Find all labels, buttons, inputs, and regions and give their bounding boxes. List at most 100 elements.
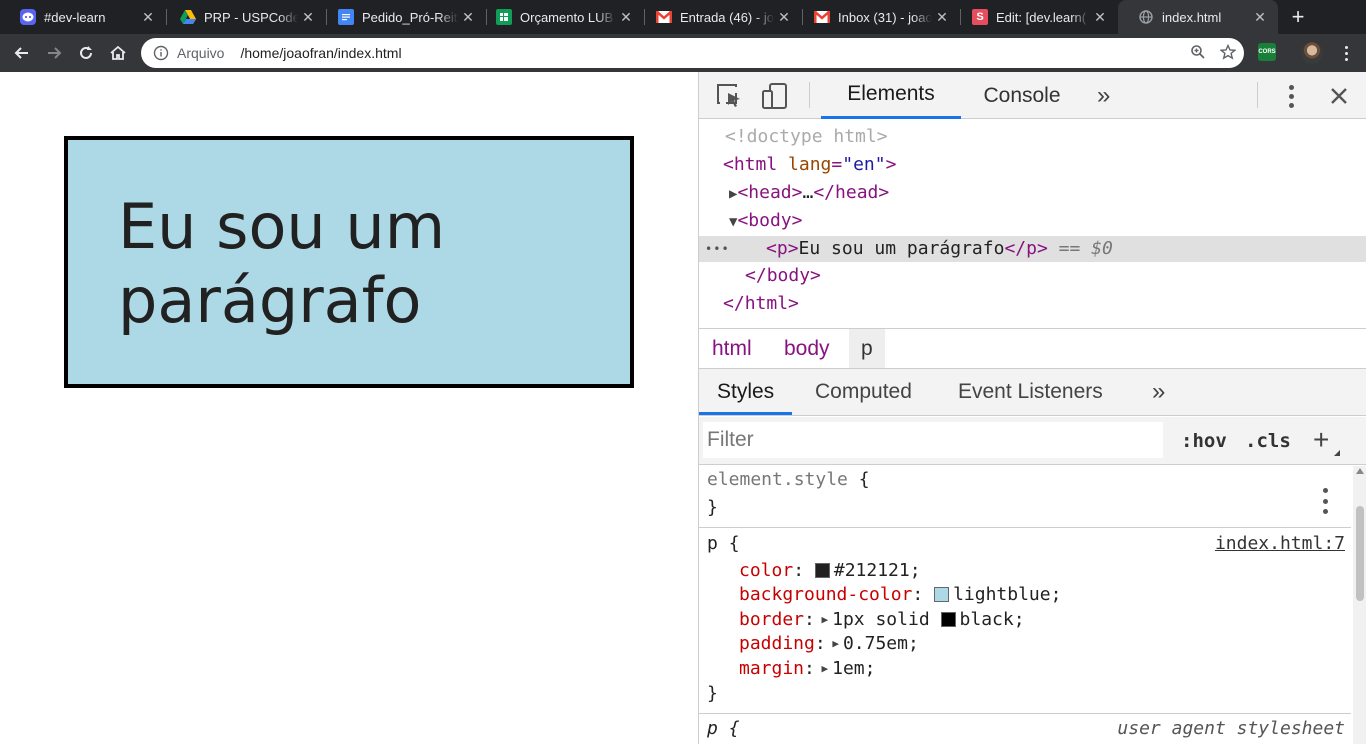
hover-state-toggle[interactable]: :hov xyxy=(1181,417,1227,465)
node-actions-icon[interactable]: ••• xyxy=(705,236,730,262)
browser-tab[interactable]: #dev-learn ✕ xyxy=(0,0,166,34)
inspect-element-icon[interactable] xyxy=(714,81,744,111)
discord-icon xyxy=(20,9,36,25)
zoom-icon[interactable] xyxy=(1190,44,1206,60)
tab-title: Entrada (46) - joao xyxy=(680,9,774,25)
close-devtools-icon[interactable] xyxy=(1324,81,1354,111)
device-toolbar-icon[interactable] xyxy=(760,81,790,111)
home-button[interactable] xyxy=(104,39,132,67)
scrollbar-thumb[interactable] xyxy=(1356,506,1364,601)
styles-subtabs: Styles Computed Event Listeners » xyxy=(699,369,1366,416)
color-swatch[interactable] xyxy=(940,612,956,627)
color-swatch[interactable] xyxy=(814,563,830,578)
tab-title: Pedido_Pró-Reitoria xyxy=(362,9,458,25)
tab-strip: #dev-learn ✕ PRP - USPCodeLab ✕ Pedido_P… xyxy=(0,0,1366,34)
breadcrumb-p[interactable]: p xyxy=(849,329,885,368)
style-rule: p { index.html:7 color: #212121; backgro… xyxy=(699,529,1351,714)
browser-tab[interactable]: S Edit: [dev.learn( ✕ xyxy=(952,0,1118,34)
style-property[interactable]: background-color: lightblue; xyxy=(739,582,1061,607)
browser-tab[interactable]: Inbox (31) - joao ✕ xyxy=(794,0,960,34)
reload-button[interactable] xyxy=(72,39,100,67)
tab-title: Edit: [dev.learn( xyxy=(996,9,1087,25)
style-property[interactable]: border: ▶ 1px solid black; xyxy=(739,607,1025,632)
browser-tab[interactable]: Orçamento LUB ✕ xyxy=(476,0,644,34)
reload-icon xyxy=(80,46,92,59)
profile-avatar[interactable] xyxy=(1301,42,1323,64)
arrow-left-icon xyxy=(14,47,28,59)
back-button[interactable] xyxy=(8,39,36,67)
tab-close-icon[interactable]: ✕ xyxy=(1090,9,1110,26)
new-style-rule-icon[interactable]: + xyxy=(1313,425,1329,455)
style-property[interactable]: padding: ▶ 0.75em; xyxy=(739,631,919,656)
tab-close-icon[interactable]: ✕ xyxy=(298,9,318,26)
tab-close-icon[interactable]: ✕ xyxy=(1250,9,1270,26)
tab-event-listeners[interactable]: Event Listeners xyxy=(958,369,1103,415)
color-swatch[interactable] xyxy=(934,587,950,602)
address-bar[interactable]: Arquivo /home/joaofran/index.html xyxy=(141,38,1244,68)
more-tabs-icon[interactable]: » xyxy=(1097,72,1110,119)
expand-property-icon[interactable]: ▶ xyxy=(826,637,839,650)
home-icon xyxy=(110,45,126,60)
tab-console[interactable]: Console xyxy=(971,72,1073,119)
dom-node-html[interactable]: <html lang="en"> xyxy=(723,152,896,178)
devtools-panel: Elements Console » <!doctype html> <html… xyxy=(698,72,1366,744)
google-sheets-icon xyxy=(496,9,512,25)
breadcrumb: html body p xyxy=(699,328,1366,369)
rule-selector[interactable]: p { xyxy=(707,531,740,556)
tab-close-icon[interactable]: ✕ xyxy=(774,9,794,26)
browser-toolbar: Arquivo /home/joaofran/index.html CORS xyxy=(0,34,1366,72)
arrow-right-icon xyxy=(48,47,62,59)
cors-extension-icon[interactable]: CORS xyxy=(1258,43,1276,61)
tab-title: Inbox (31) - joao xyxy=(838,9,932,25)
more-subtabs-icon[interactable]: » xyxy=(1152,369,1165,415)
new-rule-menu-icon[interactable] xyxy=(1334,450,1340,456)
info-icon[interactable] xyxy=(153,45,169,61)
styles-filter-input[interactable]: Filter xyxy=(703,422,1163,458)
styles-pane: element.style { } p { index.html:7 color… xyxy=(699,466,1351,744)
browser-tab-active[interactable]: index.html ✕ xyxy=(1118,0,1278,34)
devtools-menu-icon[interactable] xyxy=(1276,81,1306,111)
breadcrumb-html[interactable]: html xyxy=(700,329,764,368)
browser-menu-icon[interactable] xyxy=(1336,43,1356,63)
tab-close-icon[interactable]: ✕ xyxy=(616,9,636,26)
dom-node-head[interactable]: ▶<head>…</head> xyxy=(729,180,889,206)
dom-node-html-close[interactable]: </html> xyxy=(723,291,799,317)
class-toggle[interactable]: .cls xyxy=(1245,417,1291,465)
dom-node-p-selected[interactable]: ••• <p>Eu sou um parágrafo</p> == $0 xyxy=(699,236,1366,262)
breadcrumb-body[interactable]: body xyxy=(772,329,842,368)
browser-tab[interactable]: Pedido_Pró-Reitoria ✕ xyxy=(318,0,486,34)
globe-icon xyxy=(1138,9,1154,25)
tab-title: #dev-learn xyxy=(44,9,106,25)
toolbar-divider xyxy=(809,82,810,108)
dom-node-body-close[interactable]: </body> xyxy=(745,263,821,289)
style-property[interactable]: color: #212121; xyxy=(739,558,921,583)
tab-close-icon[interactable]: ✕ xyxy=(932,9,952,26)
expand-property-icon[interactable]: ▶ xyxy=(815,613,828,626)
address-scheme-label: Arquivo xyxy=(177,45,225,61)
scroll-up-arrow-icon[interactable] xyxy=(1356,468,1364,474)
demo-paragraph: Eu sou um parágrafo xyxy=(64,136,634,388)
tab-close-icon[interactable]: ✕ xyxy=(138,9,158,26)
rule-source-link[interactable]: index.html:7 xyxy=(1215,531,1345,556)
forward-button[interactable] xyxy=(40,39,68,67)
tab-styles[interactable]: Styles xyxy=(699,369,793,415)
tab-computed[interactable]: Computed xyxy=(815,369,912,415)
star-bookmark-icon[interactable] xyxy=(1220,44,1236,60)
toolbar-divider xyxy=(1257,82,1258,108)
address-url[interactable]: /home/joaofran/index.html xyxy=(240,45,401,61)
rule-options-icon[interactable] xyxy=(1322,488,1328,514)
dom-node-body[interactable]: ▼<body> xyxy=(729,208,802,234)
new-tab-button[interactable]: + xyxy=(1286,5,1310,29)
element-style-selector[interactable]: element.style { xyxy=(707,467,870,492)
browser-tab[interactable]: PRP - USPCodeLab ✕ xyxy=(160,0,326,34)
ua-rule-selector[interactable]: p { xyxy=(707,716,740,741)
page-viewport: Eu sou um parágrafo xyxy=(0,72,698,744)
expand-property-icon[interactable]: ▶ xyxy=(815,662,828,675)
browser-tab[interactable]: Entrada (46) - joao ✕ xyxy=(636,0,802,34)
tab-close-icon[interactable]: ✕ xyxy=(458,9,478,26)
dom-node-doctype[interactable]: <!doctype html> xyxy=(725,124,888,150)
tab-elements[interactable]: Elements xyxy=(821,72,961,119)
styles-scrollbar[interactable] xyxy=(1353,466,1366,744)
style-property[interactable]: margin: ▶ 1em; xyxy=(739,656,875,681)
dom-tree: <!doctype html> <html lang="en"> ▶<head>… xyxy=(699,120,1366,328)
